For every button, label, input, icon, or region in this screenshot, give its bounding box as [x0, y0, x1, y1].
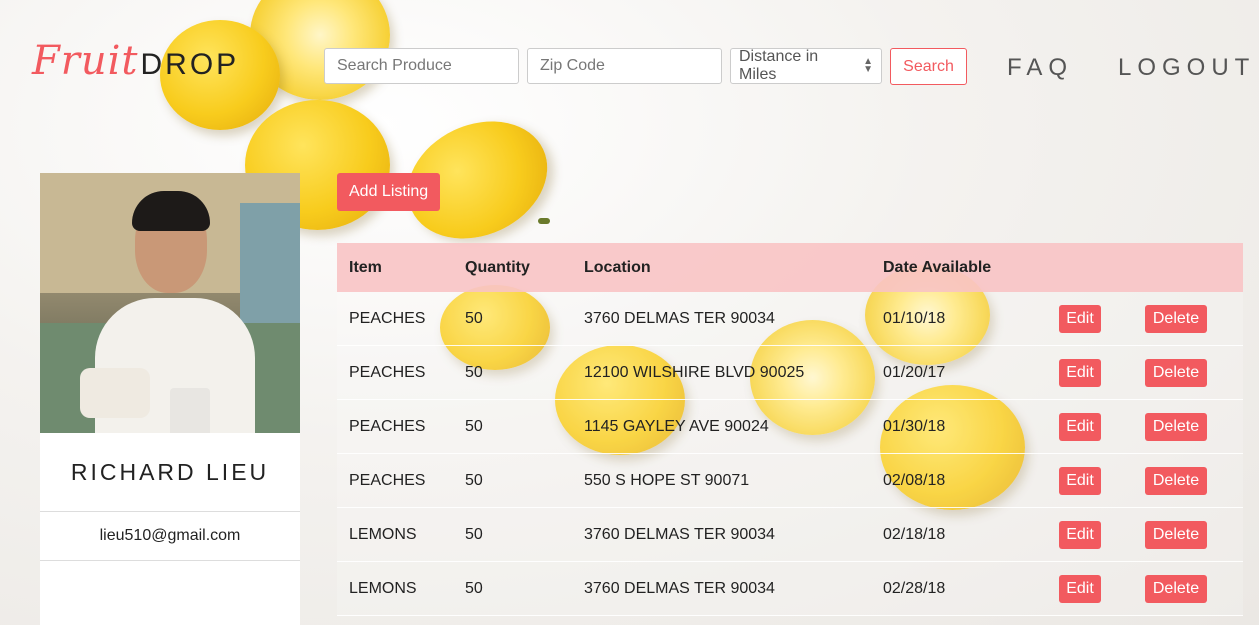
delete-button[interactable]: Delete	[1145, 358, 1207, 387]
profile-photo	[40, 173, 300, 433]
row-date: 01/20/17	[883, 363, 946, 381]
select-arrows-icon: ▲ ▼	[863, 56, 873, 75]
row-location: 550 S HOPE ST 90071	[584, 471, 750, 489]
distance-select[interactable]: Distance in Miles ▲ ▼	[730, 48, 882, 84]
profile-name: RICHARD LIEU	[40, 433, 300, 512]
edit-button[interactable]: Edit	[1059, 304, 1101, 333]
row-item: LEMONS	[349, 525, 417, 543]
row-item: LEMONS	[349, 579, 417, 597]
column-header-date: Date Available	[883, 258, 992, 276]
row-date: 02/08/18	[883, 471, 946, 489]
nav-faq-link[interactable]: FAQ	[1007, 54, 1073, 82]
distance-select-value: Distance in Miles	[739, 48, 819, 83]
row-location: 3760 DELMAS TER 90034	[584, 525, 775, 543]
add-listing-button[interactable]: Add Listing	[337, 173, 441, 211]
row-quantity: 50	[465, 309, 483, 327]
table-row: PEACHES 50 3760 DELMAS TER 90034 01/10/1…	[337, 292, 1243, 346]
row-quantity: 50	[465, 363, 483, 381]
profile-email: lieu510@gmail.com	[40, 512, 300, 561]
row-location: 3760 DELMAS TER 90034	[584, 309, 775, 327]
table-row: PEACHES 50 1145 GAYLEY AVE 90024 01/30/1…	[337, 400, 1243, 454]
table-row: LEMONS 50 3760 DELMAS TER 90034 02/28/18…	[337, 562, 1243, 616]
column-header-quantity: Quantity	[465, 258, 530, 276]
delete-button[interactable]: Delete	[1145, 304, 1207, 333]
delete-button[interactable]: Delete	[1145, 466, 1207, 495]
row-quantity: 50	[465, 471, 483, 489]
row-quantity: 50	[465, 579, 483, 597]
delete-button[interactable]: Delete	[1145, 574, 1207, 603]
edit-button[interactable]: Edit	[1059, 520, 1101, 549]
nav-logout-link[interactable]: LOGOUT	[1118, 54, 1255, 82]
row-date: 01/30/18	[883, 417, 946, 435]
row-date: 02/18/18	[883, 525, 946, 543]
profile-card: RICHARD LIEU lieu510@gmail.com	[40, 173, 300, 625]
table-row: PEACHES 50 550 S HOPE ST 90071 02/08/18 …	[337, 454, 1243, 508]
edit-button[interactable]: Edit	[1059, 574, 1101, 603]
listings-table: Item Quantity Location Date Available PE…	[337, 243, 1243, 616]
delete-button[interactable]: Delete	[1145, 412, 1207, 441]
logo-script-text: Fruit	[32, 38, 139, 84]
table-row: PEACHES 50 12100 WILSHIRE BLVD 90025 01/…	[337, 346, 1243, 400]
row-quantity: 50	[465, 525, 483, 543]
row-item: PEACHES	[349, 363, 426, 381]
row-date: 01/10/18	[883, 309, 946, 327]
row-location: 12100 WILSHIRE BLVD 90025	[584, 363, 805, 381]
logo-bold-text: DROP	[140, 48, 240, 81]
row-item: PEACHES	[349, 417, 426, 435]
row-location: 1145 GAYLEY AVE 90024	[584, 417, 769, 435]
edit-button[interactable]: Edit	[1059, 412, 1101, 441]
top-navbar: Fruit DROP Search Produce Zip Code Dista…	[0, 0, 1259, 130]
row-quantity: 50	[465, 417, 483, 435]
delete-button[interactable]: Delete	[1145, 520, 1207, 549]
table-row: LEMONS 50 3760 DELMAS TER 90034 02/18/18…	[337, 508, 1243, 562]
edit-button[interactable]: Edit	[1059, 358, 1101, 387]
edit-button[interactable]: Edit	[1059, 466, 1101, 495]
search-produce-input[interactable]: Search Produce	[324, 48, 519, 84]
column-header-location: Location	[584, 258, 651, 276]
zip-code-input[interactable]: Zip Code	[527, 48, 722, 84]
table-header: Item Quantity Location Date Available	[337, 243, 1243, 292]
row-item: PEACHES	[349, 309, 426, 327]
fruitdrop-logo[interactable]: Fruit DROP	[32, 38, 239, 84]
column-header-item: Item	[349, 258, 382, 276]
row-date: 02/28/18	[883, 579, 946, 597]
row-item: PEACHES	[349, 471, 426, 489]
search-button[interactable]: Search	[890, 48, 967, 85]
row-location: 3760 DELMAS TER 90034	[584, 579, 775, 597]
